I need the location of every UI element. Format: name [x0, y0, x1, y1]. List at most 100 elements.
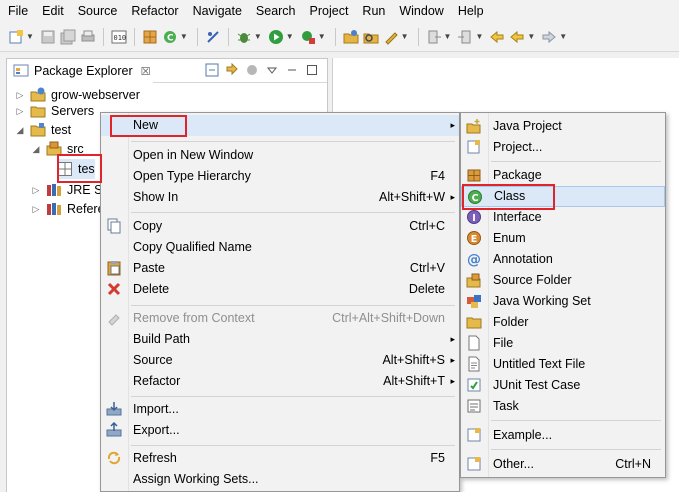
print-icon[interactable] [80, 29, 96, 45]
package-explorer-tab[interactable]: Package Explorer ☒ [7, 59, 153, 83]
tree-item-label: Refere [67, 202, 105, 216]
tree-item-package[interactable]: tes [57, 159, 95, 179]
package-icon [466, 167, 482, 183]
forward-icon[interactable] [541, 29, 557, 45]
tree-item-test[interactable]: ◢ test [15, 120, 71, 140]
tree-item-jre[interactable]: ▷ JRE Sy [31, 180, 109, 200]
export-icon [106, 421, 122, 438]
new-class-icon[interactable]: C [162, 29, 178, 45]
menu-refactor[interactable]: Refactor [124, 0, 185, 22]
view-menu-icon[interactable] [265, 63, 279, 77]
folder-icon [30, 103, 46, 119]
menu-edit[interactable]: Edit [35, 0, 71, 22]
menu-help[interactable]: Help [451, 0, 491, 22]
working-set-icon [466, 293, 482, 309]
menu-search[interactable]: Search [249, 0, 303, 22]
tree-item-referenced[interactable]: ▷ Refere [31, 199, 105, 219]
menu-item-show-in[interactable]: Show In Alt+Shift+W ▸ [101, 187, 459, 208]
save-all-icon[interactable] [60, 29, 76, 45]
submenu-item-java-project[interactable]: Java Project [461, 116, 665, 137]
other-wizard-icon [466, 456, 482, 472]
submenu-item-file[interactable]: File [461, 333, 665, 354]
build-icon[interactable] [142, 29, 158, 45]
file-icon [466, 335, 482, 351]
menu-item-delete[interactable]: Delete Delete [101, 279, 459, 300]
external-tools-icon[interactable] [300, 29, 316, 45]
minimize-icon[interactable] [285, 63, 299, 77]
submenu-item-source-folder[interactable]: Source Folder [461, 270, 665, 291]
submenu-arrow-icon: ▸ [450, 334, 455, 344]
submenu-item-task[interactable]: Task [461, 396, 665, 417]
nav-back-icon[interactable] [457, 29, 473, 45]
menu-navigate[interactable]: Navigate [186, 0, 249, 22]
back-icon[interactable] [489, 29, 505, 45]
submenu-item-junit-test-case[interactable]: JUnit Test Case [461, 375, 665, 396]
submenu-item-project[interactable]: Project... [461, 137, 665, 158]
context-menu: New ▸ Open in New Window Open Type Hiera… [100, 112, 460, 492]
package-icon [57, 161, 73, 177]
link-with-editor-icon[interactable] [225, 62, 239, 77]
java-project-icon [466, 118, 482, 134]
menu-item-refactor[interactable]: Refactor Alt+Shift+T ▸ [101, 371, 459, 392]
run-icon[interactable] [268, 29, 284, 45]
menu-item-open-in-new-window[interactable]: Open in New Window [101, 145, 459, 166]
svg-text:E: E [471, 234, 478, 245]
menu-item-build-path[interactable]: Build Path ▸ [101, 329, 459, 350]
menu-project[interactable]: Project [303, 0, 356, 22]
tree-item-label: grow-webserver [51, 88, 140, 102]
tree-item-label: test [51, 123, 72, 137]
tree-item-servers[interactable]: ▷ Servers [15, 101, 95, 121]
new-icon[interactable] [8, 29, 24, 45]
tree-item-label: tes [78, 162, 95, 176]
menu-item-new[interactable]: New ▸ [101, 115, 459, 136]
debug-icon[interactable] [236, 29, 252, 45]
submenu-item-java-working-set[interactable]: Java Working Set [461, 291, 665, 312]
menu-item-export[interactable]: Export... [101, 420, 459, 441]
menu-item-source[interactable]: Source Alt+Shift+S ▸ [101, 350, 459, 371]
submenu-item-other[interactable]: Other... Ctrl+N [461, 454, 665, 475]
svg-text:010: 010 [113, 34, 126, 42]
close-icon[interactable]: ☒ [141, 65, 151, 78]
submenu-item-interface[interactable]: I Interface [461, 207, 665, 228]
expand-icon[interactable]: ▷ [31, 185, 41, 196]
menu-window[interactable]: Window [392, 0, 450, 22]
skip-icon[interactable] [205, 29, 221, 45]
focus-icon[interactable] [245, 63, 259, 77]
package-folder-icon [46, 141, 62, 157]
menu-item-open-type-hierarchy[interactable]: Open Type Hierarchy F4 [101, 166, 459, 187]
submenu-item-folder[interactable]: Folder [461, 312, 665, 333]
submenu-item-annotation[interactable]: @ Annotation [461, 249, 665, 270]
collapse-icon[interactable]: ◢ [31, 144, 41, 155]
expand-icon[interactable]: ▷ [15, 90, 25, 101]
tree-item-src[interactable]: ◢ src [31, 139, 84, 159]
nav-forward-icon[interactable] [426, 29, 442, 45]
collapse-icon[interactable]: ◢ [15, 125, 25, 136]
menu-item-assign-working-sets[interactable]: Assign Working Sets... [101, 469, 459, 490]
expand-icon[interactable]: ▷ [15, 106, 25, 117]
submenu-item-example[interactable]: Example... [461, 425, 665, 446]
save-icon[interactable] [40, 29, 56, 45]
menu-source[interactable]: Source [71, 0, 125, 22]
menu-item-paste[interactable]: Paste Ctrl+V [101, 258, 459, 279]
menu-file[interactable]: File [0, 0, 35, 22]
submenu-item-untitled-text-file[interactable]: Untitled Text File [461, 354, 665, 375]
delete-icon [106, 281, 122, 297]
menu-item-import[interactable]: Import... [101, 399, 459, 420]
menu-item-copy[interactable]: Copy Ctrl+C [101, 216, 459, 237]
interface-icon: I [466, 209, 482, 225]
menu-item-refresh[interactable]: Refresh F5 [101, 448, 459, 469]
submenu-item-package[interactable]: Package [461, 165, 665, 186]
maximize-icon[interactable] [305, 63, 319, 77]
back-dropdown-icon[interactable] [509, 29, 525, 45]
collapse-all-icon[interactable] [205, 63, 219, 77]
menu-run[interactable]: Run [355, 0, 392, 22]
binary-icon[interactable]: 010 [111, 29, 127, 45]
source-folder-icon [466, 272, 482, 288]
search-icon[interactable] [363, 29, 379, 45]
open-type-icon[interactable] [343, 29, 359, 45]
submenu-item-enum[interactable]: E Enum [461, 228, 665, 249]
expand-icon[interactable]: ▷ [31, 204, 41, 215]
submenu-item-class[interactable]: C Class [461, 186, 665, 207]
pen-icon[interactable] [383, 29, 399, 45]
menu-item-copy-qualified-name[interactable]: Copy Qualified Name [101, 237, 459, 258]
